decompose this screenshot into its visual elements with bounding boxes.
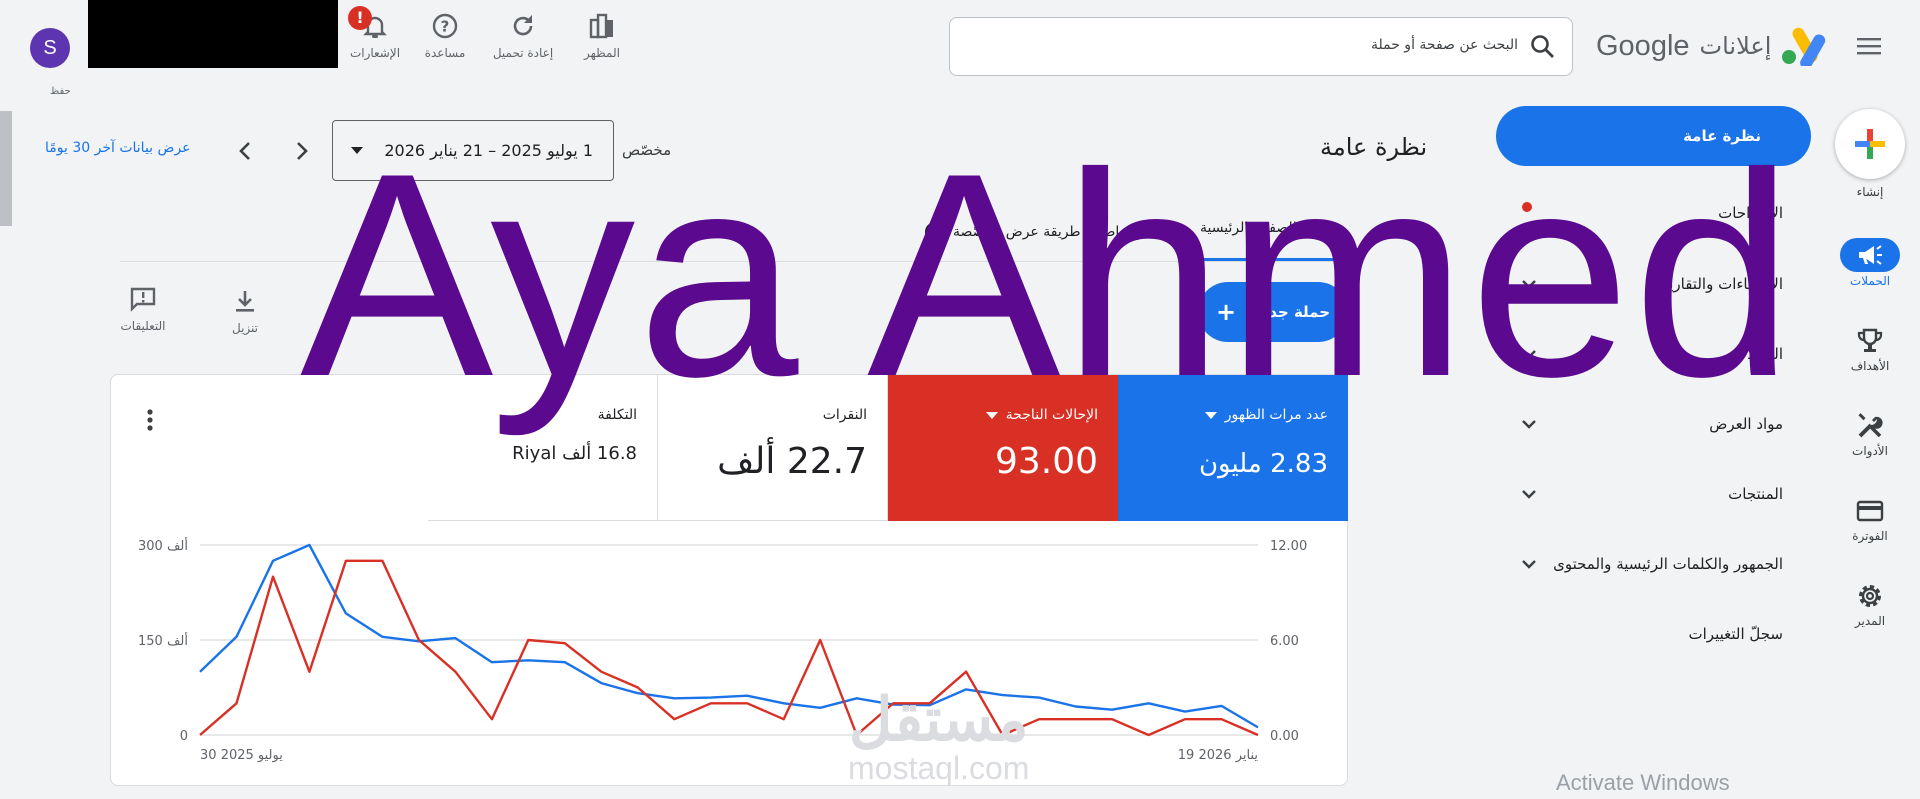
plus-icon	[1855, 129, 1885, 159]
scrollbar-thumb[interactable]	[0, 111, 12, 226]
campaigns-icon	[1859, 245, 1882, 265]
metric-value: 16.8 ألف Riyal	[512, 443, 637, 464]
download-icon	[236, 291, 254, 312]
mostaql-ar: مستقل	[848, 686, 1029, 753]
appearance-button[interactable]: المظهر	[562, 12, 642, 74]
mostaql-en: mostaql.com	[848, 750, 1030, 786]
metric-value: 22.7 ألف	[717, 441, 867, 482]
create-label: إنشاء	[1856, 185, 1884, 199]
rail-goals-label: الأهداف	[1850, 359, 1890, 373]
x-start-label: 30 يوليو 2025	[200, 748, 283, 763]
y-right-tick-label: 12.00	[1270, 539, 1307, 554]
last-30-days-link[interactable]: عرض بيانات آخر 30 يومًا	[45, 140, 191, 156]
y-left-tick-label: 150 ألف	[138, 632, 188, 649]
feedback-label: التعليقات	[120, 319, 166, 333]
y-left-tick-label: 300 ألف	[138, 537, 188, 554]
chevron-down-icon	[1518, 483, 1540, 509]
rail-create-label-wrap: إنشاء	[1830, 183, 1910, 199]
help-label: مساعدة	[424, 46, 466, 60]
help-button[interactable]: ? مساعدة	[405, 12, 485, 74]
refresh-label: إعادة تحميل	[492, 46, 554, 60]
chevron-left-icon	[239, 142, 250, 160]
help-icon: ?	[432, 13, 458, 39]
download-button[interactable]: تنزيل	[210, 288, 280, 335]
more-options-icon[interactable]	[140, 408, 160, 432]
notifications-label: الإشعارات	[349, 46, 401, 60]
metric-value: 93.00	[994, 441, 1098, 482]
search-input[interactable]: البحث عن صفحة أو حملة	[949, 17, 1573, 76]
appearance-label: المظهر	[584, 46, 620, 60]
mostaql-watermark: مستقل mostaql.com	[848, 690, 1029, 787]
rail-item-tools[interactable]: الأدوات	[1830, 410, 1910, 458]
previous-period-button[interactable]	[230, 134, 260, 168]
brand-google: Google	[1596, 29, 1690, 62]
google-ads-logo[interactable]	[1779, 26, 1827, 69]
sidenav-item-change-history[interactable]: سجلّ التغييرات	[1496, 615, 1811, 655]
create-button[interactable]	[1835, 109, 1905, 179]
billing-icon	[1856, 500, 1884, 522]
activate-windows-watermark: Activate Windows	[1556, 770, 1730, 795]
rail-item-goals[interactable]: الأهداف	[1830, 325, 1910, 373]
notification-badge: !	[348, 6, 372, 30]
menu-icon[interactable]	[1853, 30, 1885, 62]
performance-line-chart: 300 ألف 12.00 150 ألف 6.00 0 0.00 30 يوليو 202…	[138, 537, 1307, 763]
metric-value: 2.83 مليون	[1198, 449, 1328, 479]
rail-admin-label: المدير	[1854, 614, 1886, 628]
rail-tools-label: الأدوات	[1852, 444, 1888, 458]
sidenav-item-audiences[interactable]: الجمهور والكلمات الرئيسية والمحتوى	[1496, 545, 1811, 585]
x-end-label: 19 يناير 2026	[1178, 748, 1259, 763]
rail-campaigns-label: الحملات	[1849, 274, 1891, 288]
sidenav-products-label: المنتجات	[1728, 485, 1783, 503]
feedback-icon	[130, 287, 156, 312]
rail-item-billing[interactable]: الفوترة	[1830, 495, 1910, 543]
name-watermark: Aya Ahmed	[300, 113, 1796, 437]
redacted-account-info	[88, 0, 338, 68]
gear-icon	[1859, 585, 1881, 607]
rail-billing-label: الفوترة	[1852, 529, 1888, 543]
sidenav-audiences-label: الجمهور والكلمات الرئيسية والمحتوى	[1553, 555, 1783, 573]
chevron-down-icon	[1518, 553, 1540, 579]
avatar[interactable]: S	[30, 28, 70, 68]
refresh-button[interactable]: إعادة تحميل	[483, 12, 563, 74]
avatar-caption: حفظ	[50, 86, 71, 97]
search-icon	[1530, 34, 1556, 60]
svg-text:?: ?	[441, 18, 450, 36]
appearance-icon	[589, 13, 613, 39]
tools-icon	[1858, 413, 1883, 438]
download-label: تنزيل	[231, 321, 258, 335]
notifications-button[interactable]: الإشعارات	[335, 12, 415, 74]
rail-item-campaigns[interactable]: الحملات	[1830, 238, 1910, 288]
brand: Google إعلانات	[1596, 28, 1771, 64]
refresh-icon	[513, 15, 533, 36]
brand-ads: إعلانات	[1699, 32, 1772, 60]
rail-item-admin[interactable]: المدير	[1830, 580, 1910, 628]
trophy-icon	[1857, 328, 1883, 352]
sidenav-change-history-label: سجلّ التغييرات	[1688, 625, 1784, 643]
series-line-0	[199, 543, 1259, 729]
feedback-button[interactable]: التعليقات	[108, 286, 178, 333]
y-right-tick-label: 0.00	[1270, 729, 1299, 744]
search-placeholder: البحث عن صفحة أو حملة	[1370, 37, 1518, 53]
y-right-tick-label: 6.00	[1270, 634, 1299, 649]
sidenav-item-products[interactable]: المنتجات	[1496, 475, 1811, 515]
y-left-tick-label: 0	[180, 729, 188, 744]
